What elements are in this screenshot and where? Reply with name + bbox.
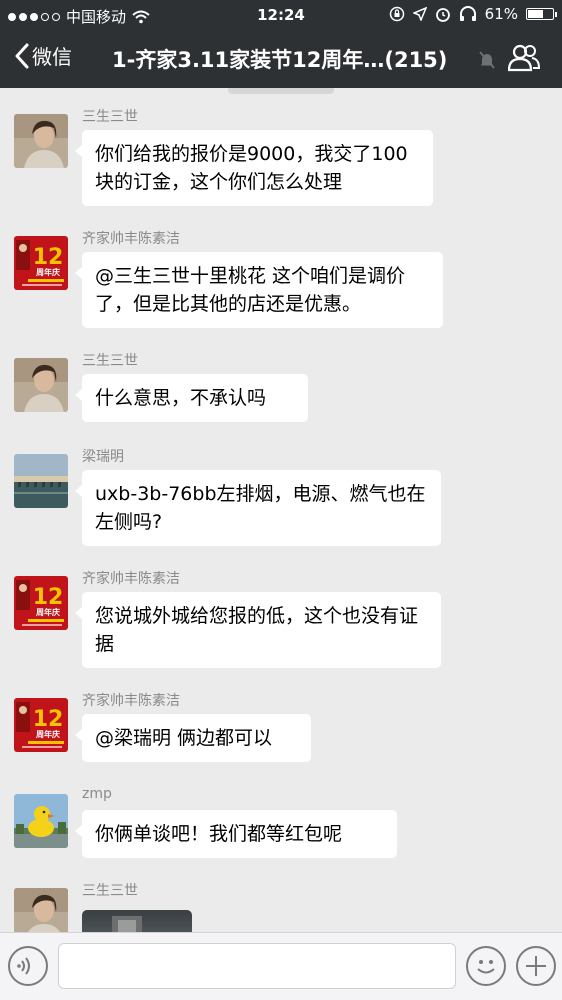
message-bubble[interactable]: @三生三世十里桃花 这个咱们是调价了，但是比其他的店还是优惠。 xyxy=(75,252,443,328)
message-bubble[interactable]: 你们给我的报价是9000，我交了100块的订金，这个你们怎么处理 xyxy=(75,130,433,206)
message-bubble[interactable]: 什么意思，不承认吗 xyxy=(75,374,308,422)
sender-name: 三生三世 xyxy=(82,109,138,125)
message-bubble[interactable]: 你俩单谈吧！我们都等红包呢 xyxy=(75,810,397,858)
chat-title: 1-齐家3.11家装节12周年…(215) xyxy=(112,48,448,72)
message-input[interactable] xyxy=(58,943,456,989)
sender-name: 三生三世 xyxy=(82,883,138,899)
battery-level xyxy=(528,10,543,18)
sender-name: 齐家帅丰陈素洁 xyxy=(82,693,180,709)
poster-number: 12 xyxy=(33,585,64,610)
headphones-icon xyxy=(459,6,476,21)
sender-name: 三生三世 xyxy=(82,353,138,369)
avatar-woman[interactable] xyxy=(14,888,68,932)
time-divider xyxy=(228,88,334,94)
top-bar: 中国移动 12:24 61% 微信 1-齐家3.11家装节12周年…(215) xyxy=(0,0,562,88)
anniversary-poster-avatar: 12 周年庆 xyxy=(14,576,68,630)
image-thumbnail-content xyxy=(112,916,142,932)
group-members-icon[interactable] xyxy=(508,44,540,72)
sender-name: zmp xyxy=(82,786,112,802)
avatar-bridge[interactable] xyxy=(14,454,68,508)
alarm-icon xyxy=(435,8,450,22)
poster-caption: 周年庆 xyxy=(36,729,60,739)
battery-percent: 61% xyxy=(484,5,518,23)
anniversary-poster-avatar: 12 周年庆 xyxy=(14,236,68,290)
plus-icon xyxy=(526,956,546,976)
woman-avatar-image xyxy=(14,358,68,412)
image-message-thumbnail[interactable] xyxy=(82,910,192,932)
back-label: 微信 xyxy=(32,45,72,69)
avatar-poster[interactable]: 12 周年庆 xyxy=(14,576,68,630)
avatar-duck[interactable] xyxy=(14,794,68,848)
emoji-button[interactable] xyxy=(466,946,506,986)
woman-avatar-image xyxy=(14,888,68,932)
chat-area[interactable]: 三生三世 你们给我的报价是9000，我交了100块的订金，这个你们怎么处理 12… xyxy=(0,88,562,932)
woman-avatar-image xyxy=(14,114,68,168)
emoji-icon xyxy=(477,960,495,974)
sender-name: 梁瑞明 xyxy=(82,449,124,465)
poster-number: 12 xyxy=(33,245,64,270)
mute-icon xyxy=(479,51,495,69)
poster-caption: 周年庆 xyxy=(36,267,60,277)
duck-avatar-image xyxy=(14,794,68,848)
message-bubble[interactable]: 您说城外城给您报的低，这个也没有证据 xyxy=(75,592,441,668)
navigation-bar: 微信 1-齐家3.11家装节12周年…(215) xyxy=(0,30,562,88)
message-bubble[interactable]: @梁瑞明 俩边都可以 xyxy=(75,714,311,762)
avatar-poster[interactable]: 12 周年庆 xyxy=(14,698,68,752)
anniversary-poster-avatar: 12 周年庆 xyxy=(14,698,68,752)
input-bar xyxy=(0,932,562,1000)
poster-caption: 周年庆 xyxy=(36,607,60,617)
avatar-poster[interactable]: 12 周年庆 xyxy=(14,236,68,290)
avatar-woman[interactable] xyxy=(14,358,68,412)
voice-icon xyxy=(17,957,30,975)
more-button[interactable] xyxy=(516,946,556,986)
sender-name: 齐家帅丰陈素洁 xyxy=(82,231,180,247)
battery-icon xyxy=(526,8,557,20)
poster-number: 12 xyxy=(33,707,64,732)
rotation-lock-icon xyxy=(389,6,404,22)
location-icon xyxy=(412,7,427,21)
back-chevron-icon xyxy=(15,43,29,68)
voice-button[interactable] xyxy=(8,946,48,986)
sender-name: 齐家帅丰陈素洁 xyxy=(82,571,180,587)
message-bubble[interactable]: uxb-3b-76bb左排烟，电源、燃气也在左侧吗? xyxy=(75,470,441,546)
back-button[interactable]: 微信 xyxy=(14,41,72,70)
bridge-avatar-image xyxy=(14,454,68,508)
status-bar: 中国移动 12:24 61% xyxy=(0,0,562,30)
status-right: 61% xyxy=(389,5,557,23)
avatar-woman[interactable] xyxy=(14,114,68,168)
